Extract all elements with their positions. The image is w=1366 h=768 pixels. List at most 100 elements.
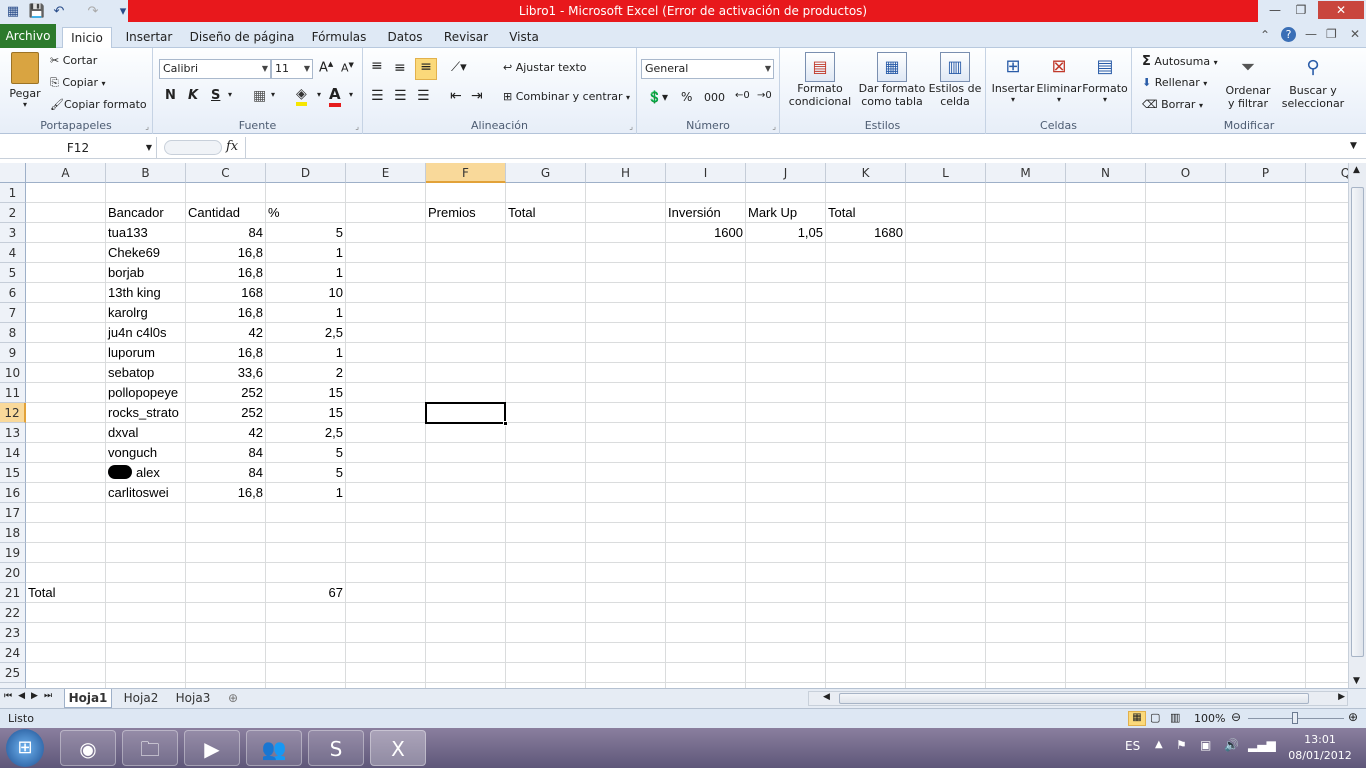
cut-button[interactable]: ✂ Cortar — [50, 54, 97, 67]
vertical-scrollbar[interactable]: ▲ ▼ — [1348, 163, 1366, 688]
fill-color-icon[interactable]: ◈ — [296, 86, 307, 106]
find-select-button[interactable]: ⚲ Buscar y seleccionar — [1278, 52, 1348, 110]
column-header-i[interactable]: I — [666, 163, 746, 183]
copy-button[interactable]: ⎘ Copiar ▾ — [50, 76, 106, 90]
redo-icon[interactable]: ↷ — [84, 3, 102, 20]
cell-d21[interactable]: 67 — [266, 583, 345, 603]
cell-d7[interactable]: 1 — [266, 303, 345, 323]
cell-b3[interactable]: tua133 — [106, 223, 185, 243]
normal-view-icon[interactable]: ▦ — [1128, 711, 1146, 726]
column-header-e[interactable]: E — [346, 163, 426, 183]
cell-d10[interactable]: 2 — [266, 363, 345, 383]
show-hidden-icons-icon[interactable]: ▲ — [1155, 739, 1163, 750]
grow-font-icon[interactable]: A▲ — [319, 60, 333, 75]
scroll-up-icon[interactable]: ▲ — [1353, 165, 1360, 175]
cell-d3[interactable]: 5 — [266, 223, 345, 243]
cell-d11[interactable]: 15 — [266, 383, 345, 403]
accounting-format-icon[interactable]: 💲▾ — [647, 90, 668, 104]
dialog-launcher-icon[interactable]: ⌟ — [355, 122, 359, 131]
name-box[interactable]: F12 ▼ — [0, 137, 157, 159]
underline-button[interactable]: S — [211, 88, 220, 103]
cell-c14[interactable]: 84 — [186, 443, 265, 463]
row-header-6[interactable]: 6 — [0, 283, 26, 303]
column-header-j[interactable]: J — [746, 163, 826, 183]
format-painter-button[interactable]: 🖌Copiar formato — [50, 98, 147, 111]
paste-button[interactable]: Pegar ▾ — [8, 52, 42, 109]
percent-button[interactable]: % — [681, 90, 692, 104]
row-header-13[interactable]: 13 — [0, 423, 26, 443]
horizontal-scrollbar[interactable]: ◀ ▶ — [808, 691, 1348, 706]
cell-b7[interactable]: karolrg — [106, 303, 185, 323]
row-header-7[interactable]: 7 — [0, 303, 26, 323]
cell-c13[interactable]: 42 — [186, 423, 265, 443]
align-left-icon[interactable]: ☰ — [371, 88, 384, 104]
column-header-m[interactable]: M — [986, 163, 1066, 183]
cell-f2[interactable]: Premios — [426, 203, 505, 223]
sheet-tab-hoja2[interactable]: Hoja2 — [118, 689, 164, 708]
tab-insertar[interactable]: Insertar — [120, 27, 178, 48]
fill-color-dropdown-icon[interactable]: ▾ — [317, 90, 321, 99]
decrease-indent-icon[interactable]: ⇤ — [450, 88, 462, 104]
excel-icon[interactable]: ▦ — [4, 3, 22, 20]
select-all-corner[interactable] — [0, 163, 26, 183]
network-icon[interactable]: ▂▄▆ — [1248, 738, 1276, 752]
row-header-16[interactable]: 16 — [0, 483, 26, 503]
row-header-25[interactable]: 25 — [0, 663, 26, 683]
borders-icon[interactable]: ▦ — [253, 88, 266, 104]
format-as-table-button[interactable]: ▦ Dar formato como tabla — [858, 52, 926, 108]
cell-d14[interactable]: 5 — [266, 443, 345, 463]
column-header-d[interactable]: D — [266, 163, 346, 183]
italic-button[interactable]: K — [188, 88, 198, 103]
align-bottom-icon[interactable]: ≡ — [415, 58, 437, 80]
column-header-k[interactable]: K — [826, 163, 906, 183]
cell-b15[interactable]: alex — [134, 463, 185, 483]
cell-c10[interactable]: 33,6 — [186, 363, 265, 383]
column-header-q[interactable]: Q — [1306, 163, 1348, 183]
cell-d12[interactable]: 15 — [266, 403, 345, 423]
row-header-24[interactable]: 24 — [0, 643, 26, 663]
dialog-launcher-icon[interactable]: ⌟ — [629, 122, 633, 131]
row-header-4[interactable]: 4 — [0, 243, 26, 263]
wrap-text-button[interactable]: ↩ Ajustar texto — [503, 61, 587, 74]
row-header-14[interactable]: 14 — [0, 443, 26, 463]
cell-c3[interactable]: 84 — [186, 223, 265, 243]
cell-j2[interactable]: Mark Up — [746, 203, 825, 223]
cell-b12[interactable]: rocks_strato — [106, 403, 185, 423]
bold-button[interactable]: N — [165, 88, 176, 103]
cell-j3[interactable]: 1,05 — [746, 223, 825, 243]
borders-dropdown-icon[interactable]: ▾ — [271, 90, 275, 99]
action-center-icon[interactable]: ⚑ — [1176, 738, 1187, 752]
cell-b13[interactable]: dxval — [106, 423, 185, 443]
format-cells-button[interactable]: ▤ Formato ▾ — [1082, 52, 1128, 104]
tab-vista[interactable]: Vista — [502, 27, 546, 48]
increase-indent-icon[interactable]: ⇥ — [471, 88, 483, 104]
sheet-tab-hoja1[interactable]: Hoja1 — [64, 689, 112, 708]
cell-k3[interactable]: 1680 — [826, 223, 905, 243]
cell-a21[interactable]: Total — [26, 583, 105, 603]
merge-center-button[interactable]: ⊞ Combinar y centrar ▾ — [503, 90, 630, 103]
volume-icon[interactable]: 🔊 — [1224, 738, 1239, 752]
cell-b4[interactable]: Cheke69 — [106, 243, 185, 263]
vertical-scroll-thumb[interactable] — [1351, 187, 1364, 657]
cell-d4[interactable]: 1 — [266, 243, 345, 263]
undo-icon[interactable]: ↶ — [50, 3, 68, 20]
row-header-17[interactable]: 17 — [0, 503, 26, 523]
cell-c16[interactable]: 16,8 — [186, 483, 265, 503]
row-header-1[interactable]: 1 — [0, 183, 26, 203]
column-header-o[interactable]: O — [1146, 163, 1226, 183]
column-header-g[interactable]: G — [506, 163, 586, 183]
tab-diseno-pagina[interactable]: Diseño de página — [186, 27, 298, 48]
underline-dropdown-icon[interactable]: ▾ — [228, 90, 232, 99]
row-header-22[interactable]: 22 — [0, 603, 26, 623]
cell-c2[interactable]: Cantidad — [186, 203, 265, 223]
formula-input[interactable] — [245, 137, 1348, 159]
cell-b6[interactable]: 13th king — [106, 283, 185, 303]
zoom-in-icon[interactable]: ⊕ — [1348, 710, 1358, 724]
column-header-f[interactable]: F — [426, 163, 506, 183]
help-icon[interactable]: ? — [1281, 27, 1296, 42]
tab-inicio[interactable]: Inicio — [62, 27, 112, 49]
tab-datos[interactable]: Datos — [380, 27, 430, 48]
shrink-font-icon[interactable]: A▼ — [341, 61, 354, 75]
row-header-3[interactable]: 3 — [0, 223, 26, 243]
scroll-right-icon[interactable]: ▶ — [1338, 692, 1345, 702]
